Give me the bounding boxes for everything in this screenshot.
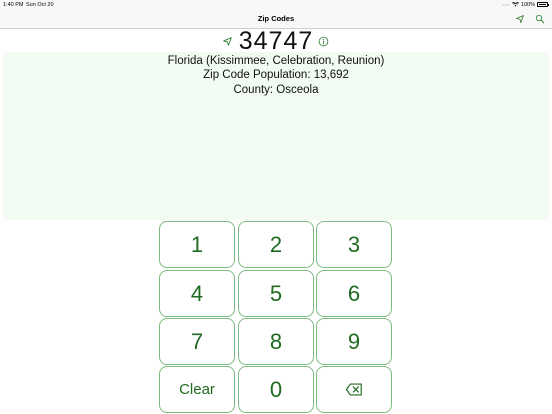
status-date: Sun Oct 20 — [26, 2, 54, 8]
clear-button[interactable]: Clear — [159, 366, 235, 413]
zip-info-panel: Florida (Kissimmee, Celebration, Reunion… — [2, 52, 550, 220]
info-icon[interactable] — [318, 36, 329, 47]
key-3[interactable]: 3 — [316, 221, 392, 268]
key-5[interactable]: 5 — [238, 270, 314, 317]
location-arrow-icon[interactable] — [515, 14, 525, 24]
key-6[interactable]: 6 — [316, 270, 392, 317]
status-bar: 1:40 PM Sun Oct 20 •••• 100% — [0, 0, 552, 10]
backspace-button[interactable] — [316, 366, 392, 413]
zip-location-icon[interactable] — [222, 36, 233, 47]
key-1[interactable]: 1 — [159, 221, 235, 268]
zip-display: 34747 — [0, 27, 552, 55]
population-text: Zip Code Population: 13,692 — [203, 69, 349, 81]
key-4[interactable]: 4 — [159, 270, 235, 317]
key-2[interactable]: 2 — [238, 221, 314, 268]
status-indicators: •••• 100% — [502, 1, 549, 8]
wifi-icon — [511, 2, 519, 7]
key-0[interactable]: 0 — [238, 366, 314, 413]
search-icon[interactable] — [535, 14, 545, 24]
backspace-icon — [345, 383, 362, 396]
status-time: 1:40 PM — [3, 2, 24, 8]
app-root: 1:40 PM Sun Oct 20 •••• 100% Zip Codes 3 — [0, 0, 552, 414]
county-text: County: Osceola — [233, 84, 319, 96]
battery-percent: 100% — [520, 1, 535, 8]
key-9[interactable]: 9 — [316, 318, 392, 365]
location-text: Florida (Kissimmee, Celebration, Reunion… — [167, 55, 385, 67]
nav-title: Zip Codes — [257, 14, 295, 23]
key-7[interactable]: 7 — [159, 318, 235, 365]
key-8[interactable]: 8 — [238, 318, 314, 365]
signal-icon: •••• — [502, 2, 510, 7]
battery-icon — [537, 2, 549, 7]
